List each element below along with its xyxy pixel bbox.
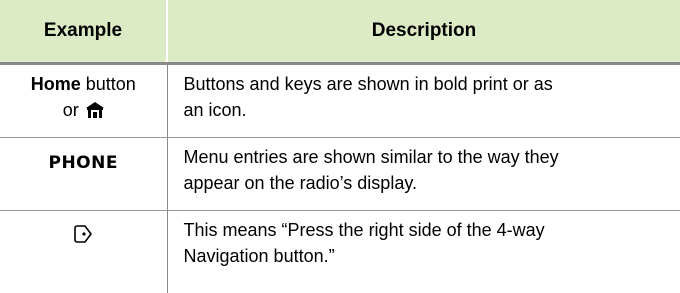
home-button-label: Home [31,74,81,94]
header-description: Description [167,0,680,64]
example-line-2: or [4,97,163,123]
header-example: Example [0,0,167,64]
description-line: an icon. [184,97,671,123]
description-line: appear on the radio’s display. [184,170,671,196]
description-cell: This means “Press the right side of the … [167,211,680,293]
description-line: Menu entries are shown similar to the wa… [184,144,671,170]
table-row: PHONE Menu entries are shown similar to … [0,138,680,211]
example-line-1: Home button [4,71,163,97]
home-icon [86,102,104,118]
description-line: Navigation button.” [184,243,671,269]
phone-menu-label: PHONE [49,150,118,176]
table-header-row: Example Description [0,0,680,64]
table-row: Home button or Buttons and keys are show… [0,64,680,138]
example-cell [0,211,167,293]
conventions-table: Example Description Home button or Butto… [0,0,680,293]
example-cell: PHONE [0,138,167,211]
example-cell: Home button or [0,64,167,138]
description-line: Buttons and keys are shown in bold print… [184,71,671,97]
button-word: button [81,74,136,94]
description-cell: Menu entries are shown similar to the wa… [167,138,680,211]
description-cell: Buttons and keys are shown in bold print… [167,64,680,138]
nav-right-icon [74,225,92,243]
description-line: This means “Press the right side of the … [184,217,671,243]
table-row: This means “Press the right side of the … [0,211,680,293]
or-word: or [63,100,79,120]
